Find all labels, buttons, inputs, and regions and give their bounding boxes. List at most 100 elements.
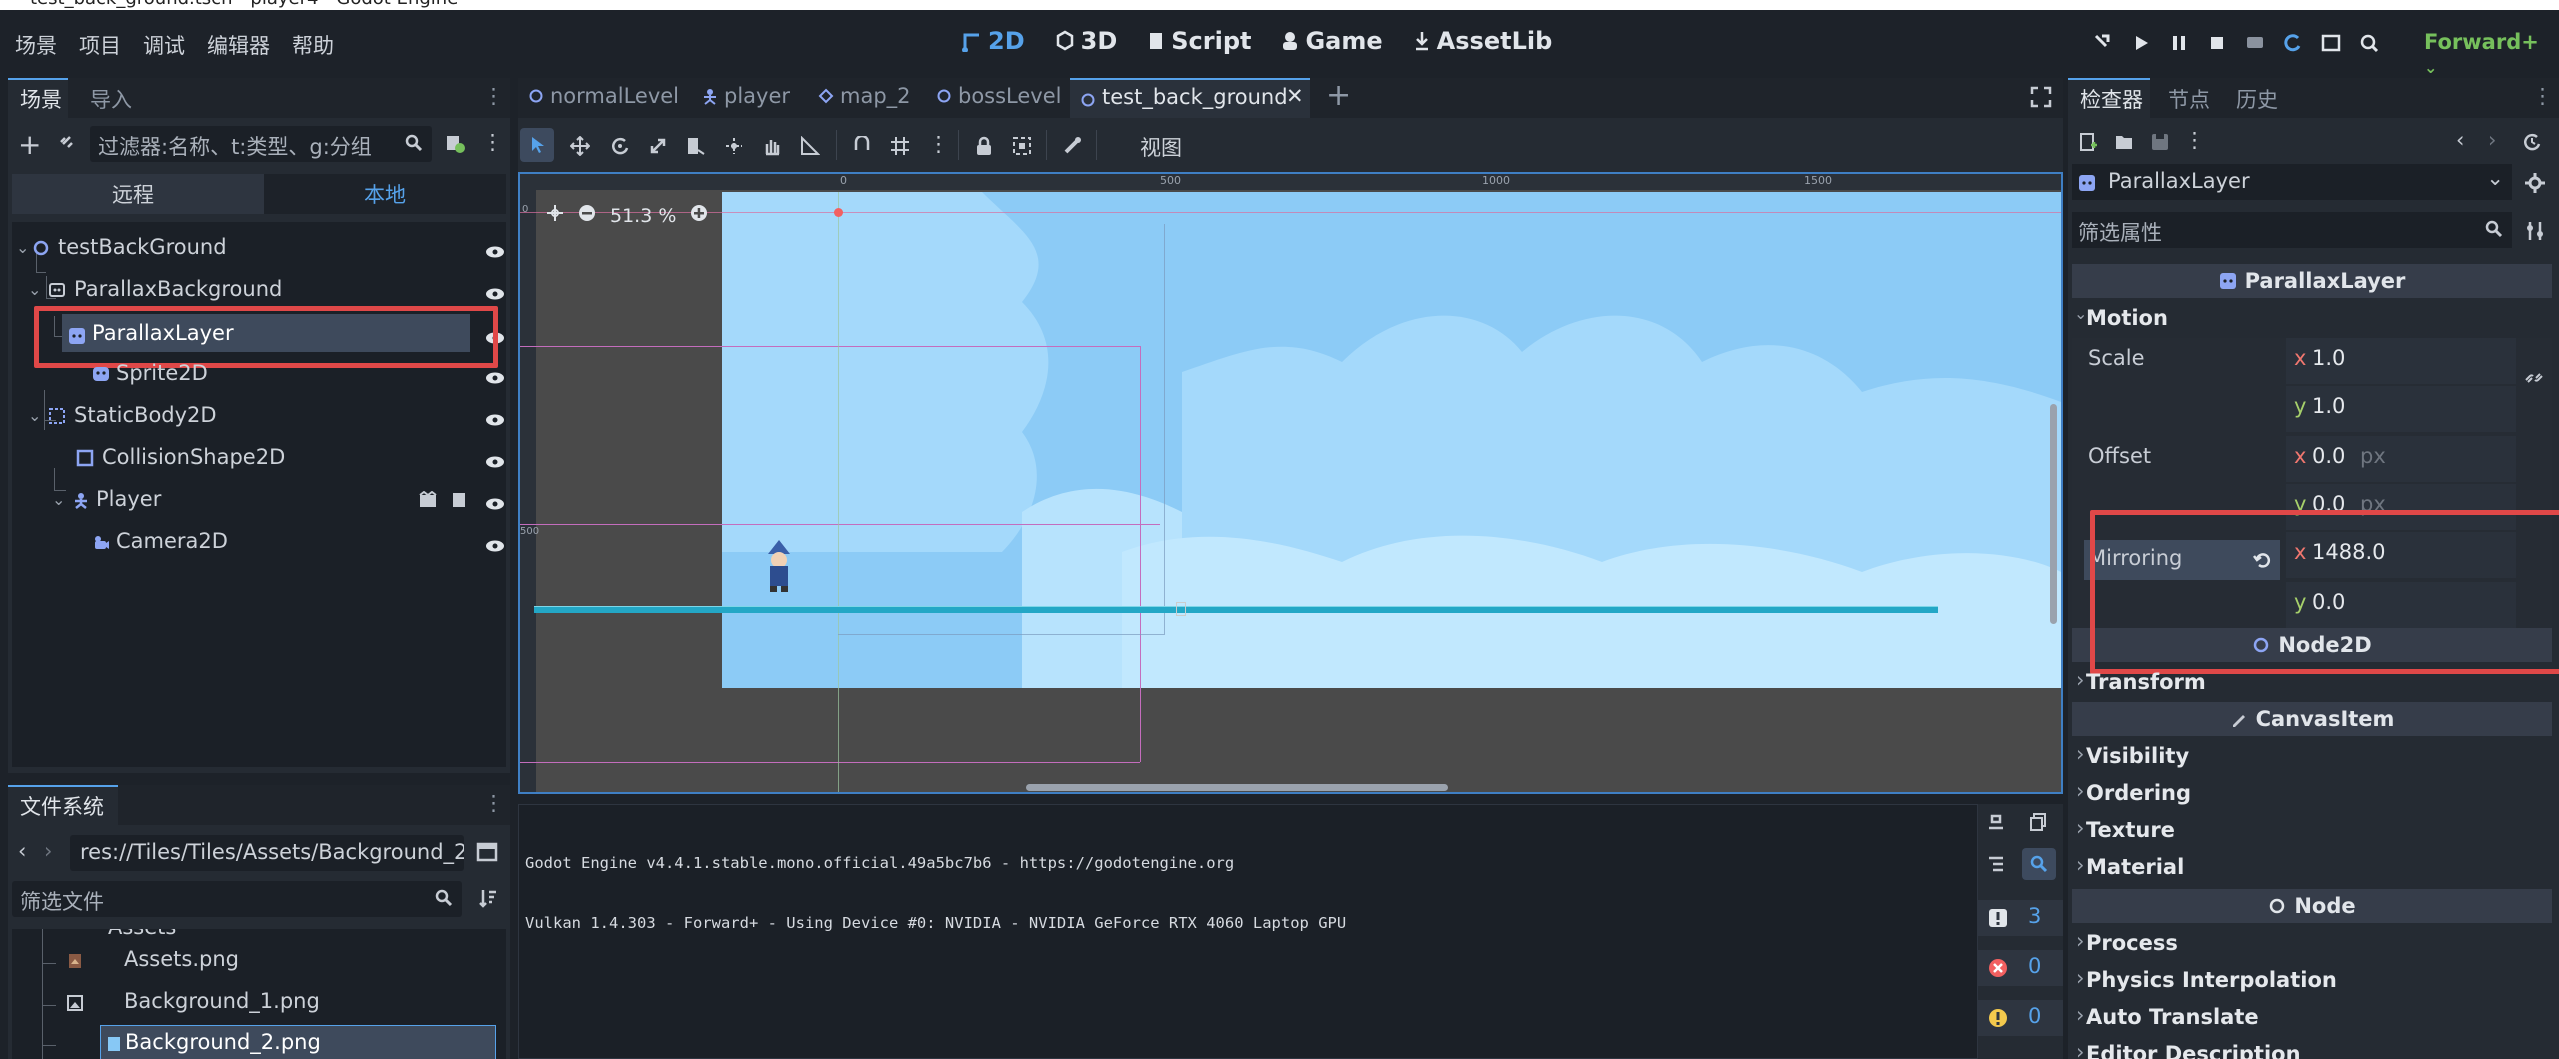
- resource-menu-icon[interactable]: ⋮: [2184, 128, 2205, 152]
- vertical-scrollbar[interactable]: [2050, 404, 2057, 624]
- play-custom-scene-icon[interactable]: [2320, 32, 2342, 54]
- node-selector[interactable]: ParallaxLayer ⌄: [2072, 164, 2512, 200]
- tab-import[interactable]: 导入: [90, 84, 132, 114]
- view-menu[interactable]: 视图: [1140, 132, 1182, 162]
- tab-map-2[interactable]: map_2: [818, 84, 911, 108]
- node-settings-icon[interactable]: [2524, 172, 2546, 199]
- tree-item-player[interactable]: ⌄ Player: [12, 482, 506, 516]
- add-node-icon[interactable]: +: [18, 128, 41, 161]
- section-process[interactable]: › Process: [2072, 927, 2552, 961]
- script-icon[interactable]: [450, 490, 468, 514]
- history-back-icon[interactable]: ‹: [2456, 128, 2464, 152]
- forward-arrow-icon[interactable]: ›: [44, 839, 52, 863]
- zoom-level[interactable]: 51.3 %: [610, 205, 676, 227]
- visibility-eye-icon[interactable]: [484, 366, 506, 390]
- grid-snap-icon[interactable]: [890, 136, 910, 161]
- snap-options-icon[interactable]: ⋮: [928, 132, 949, 156]
- tree-item-staticbody2d[interactable]: ⌄ StaticBody2D: [12, 398, 506, 432]
- stop-icon[interactable]: [2206, 32, 2228, 54]
- clear-output-icon[interactable]: [1986, 812, 2006, 837]
- workspace-game[interactable]: Game: [1281, 27, 1383, 55]
- filesystem-filter-input[interactable]: 筛选文件: [12, 881, 462, 917]
- tab-bosslevel[interactable]: bossLevel: [936, 84, 1062, 108]
- close-icon[interactable]: ✕: [1286, 84, 1304, 108]
- pause-icon[interactable]: [2168, 32, 2190, 54]
- section-auto-translate[interactable]: › Auto Translate: [2072, 1001, 2552, 1035]
- dock-menu-icon[interactable]: ⋮: [483, 791, 504, 815]
- list-select-icon[interactable]: [686, 136, 706, 161]
- new-tab-icon[interactable]: +: [1326, 78, 1351, 113]
- path-input[interactable]: res://Tiles/Tiles/Assets/Background_2.: [70, 835, 464, 871]
- visibility-eye-icon[interactable]: [484, 492, 506, 516]
- offset-x-field[interactable]: x 0.0 px: [2286, 436, 2516, 482]
- menu-project[interactable]: 项目: [79, 30, 121, 60]
- menu-scene[interactable]: 场景: [15, 30, 57, 60]
- copy-icon[interactable]: [2028, 812, 2048, 837]
- collapse-icon[interactable]: [1986, 854, 2006, 879]
- menu-debug[interactable]: 调试: [143, 30, 185, 60]
- section-motion[interactable]: ⌄ Motion: [2072, 302, 2552, 336]
- tree-item-sprite2d[interactable]: Sprite2D: [12, 356, 506, 390]
- chevron-down-icon[interactable]: ⌄: [28, 406, 41, 425]
- scale-y-field[interactable]: y 1.0: [2286, 386, 2516, 432]
- tab-node[interactable]: 节点: [2168, 84, 2210, 114]
- tab-scene[interactable]: 场景: [20, 84, 62, 114]
- center-view-icon[interactable]: [546, 204, 564, 227]
- scene-filter-input[interactable]: 过滤器:名称、t:类型、g:分组: [90, 126, 432, 162]
- history-forward-icon[interactable]: ›: [2488, 128, 2496, 152]
- play-current-scene-icon[interactable]: [2282, 32, 2304, 54]
- split-view-icon[interactable]: [476, 841, 498, 868]
- rotate-mode-icon[interactable]: [610, 136, 630, 161]
- player-sprite[interactable]: [764, 540, 794, 592]
- file-item-assets-png[interactable]: Assets.png: [52, 943, 502, 979]
- distraction-free-icon[interactable]: [2030, 86, 2052, 113]
- section-material[interactable]: › Material: [2072, 851, 2552, 885]
- chevron-down-icon[interactable]: ⌄: [52, 490, 65, 509]
- visibility-eye-icon[interactable]: [484, 534, 506, 558]
- remote-debug-icon[interactable]: [2092, 32, 2114, 54]
- section-texture[interactable]: › Texture: [2072, 814, 2552, 848]
- visibility-eye-icon[interactable]: [484, 408, 506, 432]
- section-ordering[interactable]: › Ordering: [2072, 777, 2552, 811]
- file-item-background-2[interactable]: Background_2.png: [100, 1025, 496, 1059]
- sort-icon[interactable]: [478, 887, 498, 914]
- tree-item-parallaxbackground[interactable]: ⌄ ParallaxBackground: [12, 272, 506, 306]
- attach-script-icon[interactable]: [444, 132, 466, 154]
- select-mode-button[interactable]: [520, 128, 554, 162]
- tab-player[interactable]: player: [702, 84, 790, 108]
- scene-instance-icon[interactable]: [418, 490, 438, 514]
- new-resource-icon[interactable]: [2078, 132, 2098, 157]
- scene-menu-icon[interactable]: ⋮: [482, 130, 503, 154]
- filter-errors-button[interactable]: 0: [1978, 950, 2063, 986]
- scale-mode-icon[interactable]: [648, 136, 668, 161]
- workspace-2d[interactable]: 2D: [962, 27, 1025, 55]
- tab-filesystem[interactable]: 文件系统: [20, 791, 104, 821]
- tab-normallevel[interactable]: normalLevel: [528, 84, 679, 108]
- play-icon[interactable]: [2130, 32, 2152, 54]
- floor-collision-shape[interactable]: [534, 606, 1938, 613]
- tab-history[interactable]: 历史: [2236, 84, 2278, 114]
- property-filter-input[interactable]: 筛选属性: [2072, 212, 2512, 248]
- inspector-options-icon[interactable]: [2524, 220, 2546, 247]
- scale-x-field[interactable]: x 1.0: [2286, 338, 2516, 384]
- canvas-viewport[interactable]: 0 500 1000 1500 0 500 51.3 %: [518, 172, 2063, 794]
- visibility-eye-icon[interactable]: [484, 240, 506, 264]
- tree-item-collisionshape2d[interactable]: CollisionShape2D: [12, 440, 506, 474]
- ruler-icon[interactable]: [800, 135, 821, 161]
- workspace-assetlib[interactable]: AssetLib: [1413, 27, 1552, 55]
- filter-warnings-button[interactable]: 0: [1978, 1000, 2063, 1036]
- skeleton-icon[interactable]: [1062, 136, 1082, 161]
- tab-inspector[interactable]: 检查器: [2080, 84, 2143, 114]
- renderer-select[interactable]: Forward+ ⌄: [2424, 30, 2559, 78]
- pan-icon[interactable]: [762, 136, 782, 161]
- back-arrow-icon[interactable]: ‹: [18, 839, 26, 863]
- menu-help[interactable]: 帮助: [292, 30, 334, 60]
- shape-handle[interactable]: [1176, 602, 1186, 616]
- section-editor-description[interactable]: › Editor Description: [2072, 1038, 2552, 1059]
- visibility-eye-icon[interactable]: [484, 450, 506, 474]
- tab-local[interactable]: 本地: [264, 174, 506, 214]
- workspace-script[interactable]: Script: [1147, 27, 1251, 55]
- movie-maker-icon[interactable]: [2244, 32, 2266, 54]
- tree-item-camera2d[interactable]: Camera2D: [12, 524, 506, 558]
- dock-menu-icon[interactable]: ⋮: [2532, 84, 2553, 108]
